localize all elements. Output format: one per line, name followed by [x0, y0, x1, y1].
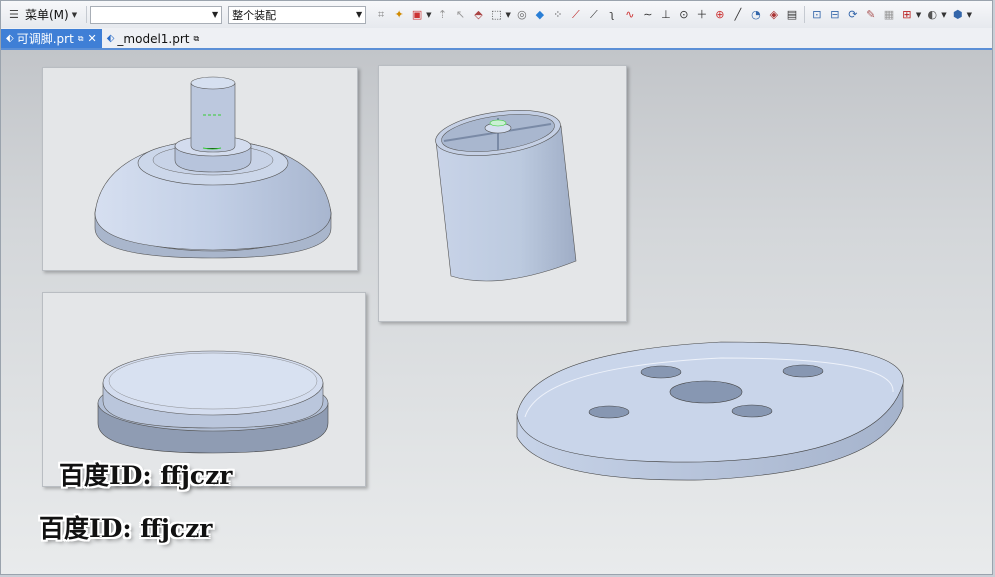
paint-icon[interactable]: ⬘: [471, 7, 486, 22]
diamond-icon[interactable]: ◈: [766, 7, 781, 22]
toolbar-separator: [803, 6, 805, 23]
graphics-viewport[interactable]: 百度ID: ffjczr 百度ID: ffjczr: [1, 50, 992, 574]
watermark-text: 百度ID: ffjczr: [59, 461, 233, 490]
rotate-icon[interactable]: ⟳: [845, 7, 860, 22]
layer-icon[interactable]: ▤: [784, 7, 799, 22]
menu-icon: ☰: [9, 8, 19, 21]
chevron-down-icon: ▼: [71, 10, 78, 19]
restore-icon[interactable]: ⧉: [78, 34, 84, 44]
perpendicular-icon[interactable]: ⊥: [658, 7, 673, 22]
snap-icon[interactable]: ⌗: [374, 7, 389, 22]
tab-label: _model1.prt: [117, 31, 190, 46]
point-icon[interactable]: ⇡: [435, 7, 450, 22]
grid-icon[interactable]: ▦: [881, 7, 896, 22]
part-card-sleeve: [378, 65, 627, 322]
chevron-down-icon: ▼: [211, 10, 219, 19]
dots-icon[interactable]: ⁘: [550, 7, 565, 22]
nx-window: ☰ 菜单(M) ▼ ▼ 整个装配 ▼ ⌗ ✦ ▣ ▼ ⇡ ↖ ⬘ ⬚ ▼ ◎ ◆…: [0, 0, 993, 575]
assembly-scope-value: 整个装配: [232, 8, 277, 22]
bottom-plate-model: [516, 341, 904, 481]
sleeve-model: [435, 110, 577, 282]
watermark-text: 百度ID: ffjczr: [39, 514, 213, 543]
plus-icon[interactable]: ＋: [694, 7, 709, 22]
shade-icon[interactable]: ◐: [925, 7, 940, 22]
chevron-down-icon[interactable]: ▼: [916, 11, 921, 19]
chevron-down-icon[interactable]: ▼: [426, 11, 431, 19]
document-tabs: ⬖ 可调脚.prt ⧉ ✕ ⬖ _model1.prt ⧉: [1, 28, 992, 50]
toolbar-separator: [86, 6, 88, 23]
tab-label: 可调脚.prt: [16, 32, 74, 46]
chevron-down-icon[interactable]: ▼: [506, 11, 511, 19]
rect-select-icon[interactable]: ⬚: [489, 7, 504, 22]
view-icon[interactable]: ◔: [748, 7, 763, 22]
chevron-down-icon: ▼: [355, 10, 363, 19]
sphere-icon[interactable]: ◎: [514, 7, 529, 22]
tab-model1[interactable]: ⬖ _model1.prt ⧉: [102, 29, 205, 48]
part-file-icon: ⬖: [106, 33, 115, 44]
arc-icon[interactable]: ʅ: [604, 7, 619, 22]
tab-adjustable-foot[interactable]: ⬖ 可调脚.prt ⧉ ✕: [1, 29, 102, 48]
diagonal-icon[interactable]: ⟋: [586, 7, 601, 22]
cursor-icon[interactable]: ↖: [453, 7, 468, 22]
type-filter-combo[interactable]: ▼: [90, 5, 223, 24]
zoom-icon[interactable]: ⊡: [809, 7, 824, 22]
circle-icon[interactable]: ⊙: [676, 7, 691, 22]
toolbar-icons: ⌗ ✦ ▣ ▼ ⇡ ↖ ⬘ ⬚ ▼ ◎ ◆ ⁘ ⟋ ⟋ ʅ ∿ ∼ ⊥ ⊙ ＋ …: [372, 6, 974, 23]
table-icon[interactable]: ⊞: [899, 7, 914, 22]
cube-icon[interactable]: ◆: [532, 7, 547, 22]
box-icon[interactable]: ⬢: [950, 7, 965, 22]
close-icon[interactable]: ✕: [88, 32, 97, 45]
chevron-down-icon[interactable]: ▼: [941, 11, 946, 19]
select-icon[interactable]: ✦: [392, 7, 407, 22]
line-icon[interactable]: ⟋: [568, 7, 583, 22]
restore-icon[interactable]: ⧉: [194, 34, 200, 44]
foot-base-model: [94, 76, 332, 259]
wave-icon[interactable]: ∼: [640, 7, 655, 22]
part-file-icon: ⬖: [6, 33, 14, 44]
assembly-scope-combo[interactable]: 整个装配 ▼: [228, 5, 367, 24]
menu-button[interactable]: ☰ 菜单(M) ▼: [5, 5, 83, 25]
render-icon[interactable]: ✎: [863, 7, 878, 22]
part-card-foot-base: [42, 67, 358, 271]
crosshair-icon[interactable]: ⊕: [712, 7, 727, 22]
main-toolbar: ☰ 菜单(M) ▼ ▼ 整个装配 ▼ ⌗ ✦ ▣ ▼ ⇡ ↖ ⬘ ⬚ ▼ ◎ ◆…: [1, 1, 992, 29]
chevron-down-icon[interactable]: ▼: [967, 11, 972, 19]
fit-icon[interactable]: ⊟: [827, 7, 842, 22]
spline-icon[interactable]: ∿: [622, 7, 637, 22]
slash-icon[interactable]: ╱: [730, 7, 745, 22]
menu-label: 菜单(M): [25, 8, 69, 22]
filter-icon[interactable]: ▣: [410, 7, 425, 22]
